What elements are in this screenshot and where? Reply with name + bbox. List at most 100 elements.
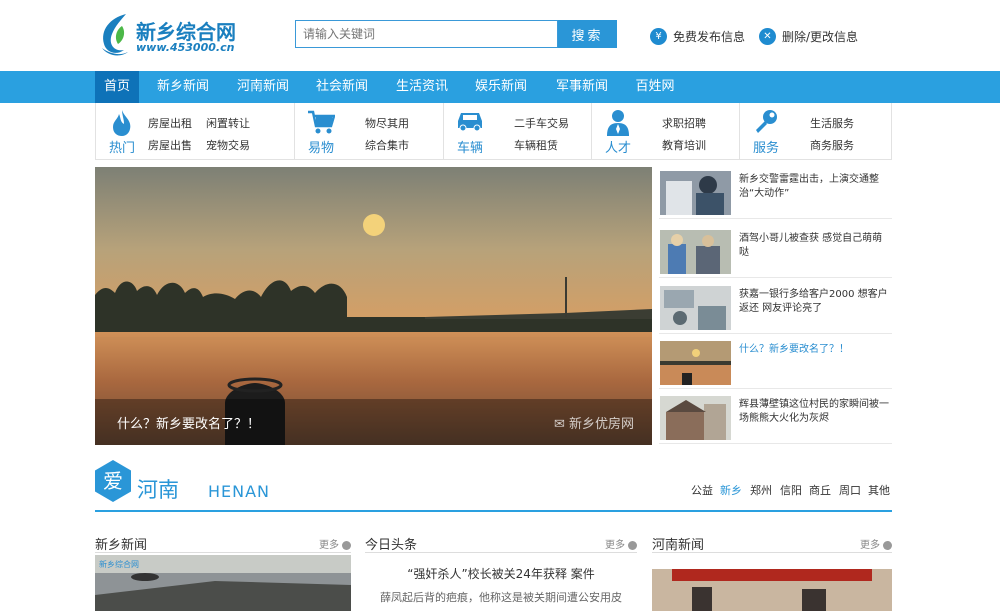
link-education[interactable]: 教育培训 [662,137,706,153]
site-header: 新乡综合网 www.453000.cn 搜索 ¥ 免费发布信息 ✕ 删除/更改信… [0,0,1000,71]
side-news-item[interactable]: 获嘉一银行多给客户2000 想客户返还 网友评论亮了 [659,282,892,334]
edit-info-label: 删除/更改信息 [782,29,859,44]
hero-watermark: ✉ 新乡优房网 [554,413,634,432]
link-jobs[interactable]: 求职招聘 [662,115,706,131]
yen-icon: ¥ [650,27,667,45]
tools-icon: ✕ [759,27,776,45]
side-news-title: 酒驾小哥儿被查获 感觉自己萌萌哒 [739,233,883,258]
link-pet-trade[interactable]: 宠物交易 [206,137,250,153]
tab-shangqiu[interactable]: 商丘 [809,482,831,498]
more-label: 更多 [319,540,339,551]
publish-info-link[interactable]: ¥ 免费发布信息 [650,26,745,46]
more-label: 更多 [860,540,880,551]
more-label: 更多 [605,540,625,551]
hero-slide[interactable]: 什么？新乡要改名了？！ ✉ 新乡优房网 [95,167,652,445]
side-news-item[interactable]: 新乡交警雷霆出击，上演交通整治“大动作” [659,167,892,219]
nav-item-social-news[interactable]: 社会新闻 [309,71,375,103]
column-title: 今日头条 [365,538,418,553]
person-icon [604,109,632,136]
edit-info-link[interactable]: ✕ 删除/更改信息 [759,26,858,46]
side-news-title: 新乡交警雷霆出击，上演交通整治“大动作” [739,174,879,199]
cart-icon [307,109,336,135]
column-title: 新乡新闻 [95,538,148,553]
tab-zhengzhou[interactable]: 郑州 [750,482,772,498]
tab-xinyang[interactable]: 信阳 [780,482,802,498]
search-box: 搜索 [295,20,617,48]
link-life-service[interactable]: 生活服务 [810,115,854,131]
tab-xinxiang[interactable]: 新乡 [720,482,742,498]
link-market[interactable]: 综合集市 [365,137,409,153]
side-news-list: 新乡交警雷霆出击，上演交通整治“大动作” 酒驾小哥儿被查获 感觉自己萌萌哒 获嘉… [659,167,892,445]
section-title-en: HENAN [208,482,271,501]
news-thumbnail [660,171,731,215]
category-bar: 热门 房屋出租 闲置转让 房屋出售 宠物交易 易物 物尽其用 综合集市 车辆 二… [95,103,892,160]
column-header: 河南新闻 更多 [652,531,892,553]
side-news-item[interactable]: 什么？新乡要改名了？！ [659,337,892,389]
henan-section-header: 爱 河南 HENAN 公益 新乡 郑州 信阳 商丘 周口 其他 [95,460,892,512]
link-house-rent[interactable]: 房屋出租 [148,115,192,131]
search-input[interactable] [295,20,558,48]
main-nav: 首页 新乡新闻 河南新闻 社会新闻 生活资讯 娱乐新闻 军事新闻 百姓网 [0,71,1000,103]
link-house-sale[interactable]: 房屋出售 [148,137,192,153]
column-title: 河南新闻 [652,538,705,553]
link-car-rental[interactable]: 车辆租赁 [514,137,558,153]
category-vehicle: 车辆 二手车交易 车辆租赁 [444,103,592,159]
logo-mark-icon [102,14,128,56]
news-thumbnail [660,286,731,330]
nav-item-henan-news[interactable]: 河南新闻 [230,71,296,103]
flame-icon [108,109,136,136]
category-vehicle-label[interactable]: 车辆 [452,137,488,156]
tab-other[interactable]: 其他 [868,482,890,498]
category-talent-label[interactable]: 人才 [600,137,636,156]
link-business-service[interactable]: 商务服务 [810,137,854,153]
nav-item-military-news[interactable]: 军事新闻 [549,71,615,103]
nav-item-life-info[interactable]: 生活资讯 [389,71,455,103]
category-barter-label[interactable]: 易物 [303,137,339,156]
more-arrow-icon [883,540,892,550]
category-service-label[interactable]: 服务 [748,137,784,156]
side-news-item[interactable]: 酒驾小哥儿被查获 感觉自己萌萌哒 [659,226,892,278]
column-image[interactable]: 新乡综合网 [95,555,351,611]
more-link[interactable]: 更多 [605,536,637,551]
column-henan-news: 河南新闻 更多 [652,531,892,611]
hero-caption-bar: 什么？新乡要改名了？！ ✉ 新乡优房网 [95,399,652,445]
link-used-car[interactable]: 二手车交易 [514,115,569,131]
column-header: 今日头条 更多 [365,531,637,553]
side-news-title: 辉县薄壁镇这位村民的家瞬间被一场熊熊大火化为灰烬 [739,399,889,424]
section-title-cn: 河南 [137,478,179,502]
wechat-icon: ✉ [553,417,565,432]
love-hexagon-icon: 爱 [95,460,131,502]
category-barter: 易物 物尽其用 综合集市 [295,103,444,159]
nav-item-home[interactable]: 首页 [95,71,139,103]
news-thumbnail [660,341,731,385]
hero-watermark-text: 新乡优房网 [568,417,634,432]
nav-item-ent-news[interactable]: 娱乐新闻 [468,71,534,103]
link-idle-transfer[interactable]: 闲置转让 [206,115,250,131]
search-button[interactable]: 搜索 [558,20,617,48]
more-arrow-icon [342,540,351,550]
nav-item-baixing[interactable]: 百姓网 [628,71,682,103]
category-hot-label[interactable]: 热门 [104,137,140,156]
headline-summary: 薛凤起后背的疤痕，他称这是被关期间遭公安用皮 [380,591,622,604]
tab-zhoukou[interactable]: 周口 [839,482,861,498]
publish-info-label: 免费发布信息 [673,29,746,44]
news-thumbnail [660,396,731,440]
hero-caption[interactable]: 什么？新乡要改名了？！ [117,413,260,432]
more-link[interactable]: 更多 [319,536,351,551]
svg-text:新乡综合网: 新乡综合网 [99,559,139,569]
category-hot: 热门 房屋出租 闲置转让 房屋出售 宠物交易 [96,103,295,159]
link-make-use[interactable]: 物尽其用 [365,115,409,131]
tab-public-welfare[interactable]: 公益 [691,482,713,498]
site-logo[interactable]: 新乡综合网 www.453000.cn [96,10,246,62]
side-news-item[interactable]: 辉县薄壁镇这位村民的家瞬间被一场熊熊大火化为灰烬 [659,392,892,444]
column-image[interactable] [652,569,892,611]
car-icon [456,109,484,135]
column-xinxiang-news: 新乡新闻 更多 新乡综合网 [95,531,351,611]
nav-item-xinxiang-news[interactable]: 新乡新闻 [150,71,216,103]
column-header: 新乡新闻 更多 [95,531,351,553]
category-talent: 人才 求职招聘 教育培训 [592,103,740,159]
news-thumbnail [660,230,731,274]
logo-url: www.453000.cn [136,41,235,54]
more-link[interactable]: 更多 [860,536,892,551]
headline-title[interactable]: “强奸杀人”校长被关24年获释 案件 [365,565,637,582]
